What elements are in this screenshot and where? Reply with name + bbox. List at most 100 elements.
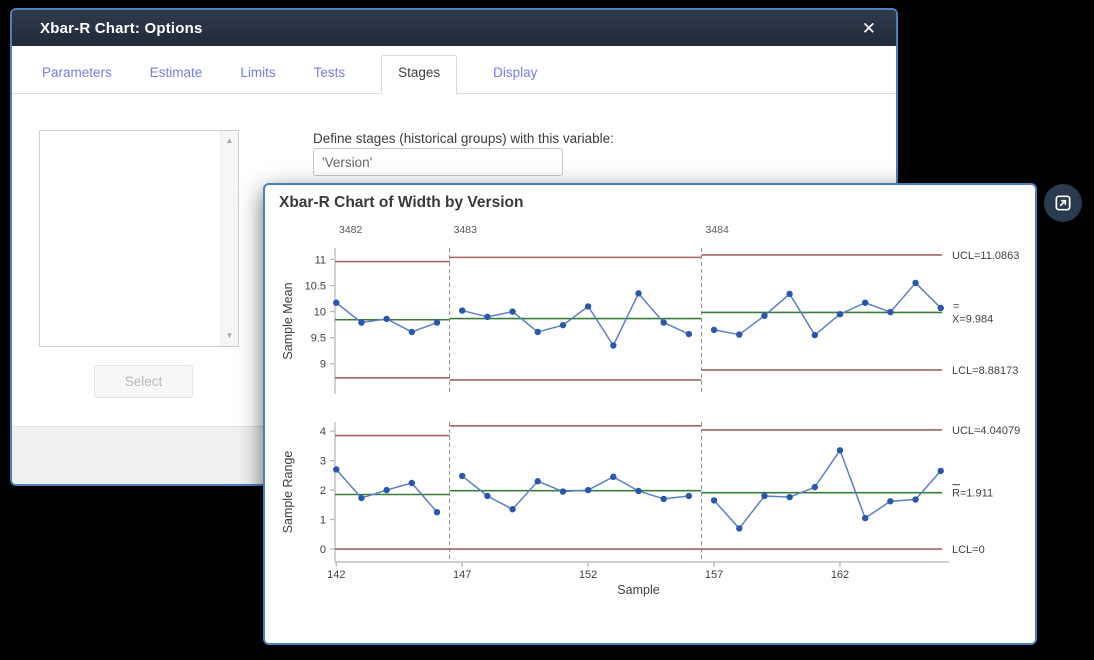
listbox-scrollbar[interactable]: ▲ ▼ [220,131,238,346]
data-point [761,493,767,499]
y-tick-label: 10.5 [305,280,326,292]
y-tick-label: 11 [315,254,326,266]
data-point [610,474,616,480]
series-line [714,450,941,528]
data-point [887,309,893,315]
scroll-up-icon[interactable]: ▲ [221,133,238,149]
tab-parameters[interactable]: Parameters [40,53,114,93]
data-point [459,473,465,479]
data-point [535,478,541,484]
dialog-tabbar: Parameters Estimate Limits Tests Stages … [12,46,896,94]
series-line [714,283,941,335]
data-point [560,488,566,494]
data-point [560,322,566,328]
data-point [887,498,893,504]
data-point [409,480,415,486]
popout-icon [1053,193,1073,213]
xbar-r-chart: 99.51010.511Sample Mean348234833484UCL=1… [265,185,1039,647]
x-tick-label: 162 [831,569,849,581]
screen: Xbar-R Chart: Options ✕ Parameters Estim… [0,0,1094,660]
x-axis-title: Sample [617,583,659,597]
tab-limits[interactable]: Limits [238,53,277,93]
data-point [535,329,541,335]
stage-label: 3483 [454,224,478,236]
data-point [635,290,641,296]
scroll-down-icon[interactable]: ▼ [221,328,238,344]
x-tick-label: 152 [579,569,597,581]
data-point [484,314,490,320]
series-line [462,476,689,509]
data-point [484,493,490,499]
center-label: R=1.911 [952,488,993,500]
data-point [812,332,818,338]
data-point [585,487,591,493]
data-point [509,506,515,512]
data-point [862,300,868,306]
data-point [585,303,591,309]
x-tick-label: 157 [705,569,723,581]
data-point [509,308,515,314]
y-tick-label: 3 [320,455,326,467]
stage-label: 3484 [705,224,729,236]
y-tick-label: 2 [320,485,326,497]
data-point [333,466,339,472]
ucl-label: UCL=11.0863 [952,250,1019,262]
data-point [660,496,666,502]
data-point [610,342,616,348]
data-point [711,327,717,333]
y-tick-label: 0 [320,544,326,556]
center-label: X=9.984 [952,313,993,325]
tab-estimate[interactable]: Estimate [148,53,205,93]
select-button[interactable]: Select [94,365,193,398]
lcl-label: LCL=0 [952,544,985,556]
data-point [358,495,364,501]
data-point [434,509,440,515]
data-point [660,319,666,325]
tab-stages[interactable]: Stages [381,55,457,94]
series-line [462,293,689,345]
data-point [912,496,918,502]
data-point [736,331,742,337]
data-point [837,447,843,453]
center-label-doublebar: = [953,300,959,312]
y-axis-title: Sample Range [281,451,295,534]
lcl-label: LCL=8.88173 [952,365,1018,377]
data-point [938,468,944,474]
data-point [912,280,918,286]
tab-display[interactable]: Display [491,53,539,93]
stages-variable-label: Define stages (historical groups) with t… [313,131,614,146]
stage-label: 3482 [339,224,363,236]
data-point [786,291,792,297]
y-axis-title: Sample Mean [281,282,295,359]
x-tick-label: 147 [453,569,471,581]
data-point [383,316,389,322]
data-point [786,494,792,500]
data-point [837,311,843,317]
ucl-label: UCL=4.04079 [952,425,1020,437]
close-icon[interactable]: ✕ [858,18,880,39]
data-point [736,525,742,531]
y-tick-label: 1 [320,514,326,526]
data-point [409,329,415,335]
open-in-new-window-button[interactable] [1044,184,1082,222]
data-point [938,305,944,311]
data-point [358,319,364,325]
data-point [711,497,717,503]
data-point [686,493,692,499]
data-point [862,515,868,521]
data-point [383,487,389,493]
data-point [812,484,818,490]
data-point [333,300,339,306]
y-tick-label: 4 [320,426,326,438]
tab-tests[interactable]: Tests [312,53,348,93]
stage-variable-input[interactable] [313,148,563,176]
x-tick-label: 142 [327,569,345,581]
chart-window: Xbar-R Chart of Width by Version 99.5101… [263,183,1037,645]
dialog-title: Xbar-R Chart: Options [40,20,858,37]
stage-variable-listbox[interactable]: ▲ ▼ [39,130,239,347]
y-tick-label: 9.5 [311,333,326,345]
data-point [686,331,692,337]
data-point [761,313,767,319]
dialog-titlebar[interactable]: Xbar-R Chart: Options ✕ [12,10,896,46]
y-tick-label: 10 [314,306,326,318]
